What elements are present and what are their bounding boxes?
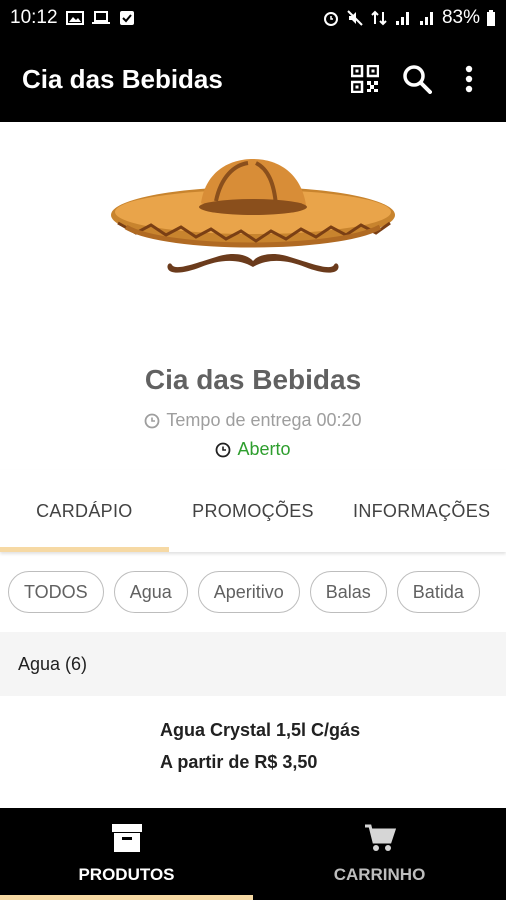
mute-icon: [347, 10, 363, 26]
category-header: Agua (6): [0, 632, 506, 696]
battery-percent: 83%: [441, 7, 480, 28]
category-filter-chips: TODOS Agua Aperitivo Balas Batida: [0, 552, 506, 632]
qr-code-icon: [351, 65, 379, 93]
nav-produtos-label: PRODUTOS: [78, 865, 175, 884]
product-price: A partir de R$ 3,50: [160, 752, 318, 772]
shopping-cart-icon: [364, 824, 396, 851]
store-name: Cia das Bebidas: [144, 364, 362, 395]
more-options-button[interactable]: [454, 64, 484, 94]
app-bar: Cia das Bebidas: [0, 36, 506, 122]
sombrero-mustache-logo: [111, 159, 395, 273]
open-status-text: Aberto: [237, 439, 291, 459]
signal-icon: [419, 12, 433, 25]
chip-agua[interactable]: Agua: [113, 571, 188, 613]
image-icon: [65, 11, 84, 25]
product-name: Agua Crystal 1,5l C/gás: [160, 720, 361, 740]
clock-icon: [145, 413, 160, 428]
nav-carrinho[interactable]: CARRINHO: [253, 808, 506, 900]
nav-produtos[interactable]: PRODUTOS: [0, 808, 253, 900]
search-icon: [403, 65, 432, 94]
tab-promocoes[interactable]: PROMOÇÕES: [169, 470, 338, 552]
nav-carrinho-label: CARRINHO: [333, 865, 426, 884]
laptop-icon: [91, 11, 110, 24]
qr-code-button[interactable]: [350, 64, 380, 94]
chip-aperitivo[interactable]: Aperitivo: [197, 571, 300, 613]
alarm-icon: [323, 12, 338, 26]
signal-icon: [395, 12, 409, 25]
chip-balas[interactable]: Balas: [309, 571, 387, 613]
tab-informacoes[interactable]: INFORMAÇÕES: [337, 470, 506, 552]
app-screen: 10:12 83% Cia das Bebidas Cia das Bebida…: [0, 0, 506, 900]
status-time: 10:12: [10, 7, 58, 28]
app-title: Cia das Bebidas: [22, 63, 223, 94]
clock-icon: [216, 442, 231, 457]
bottom-navigation: PRODUTOS CARRINHO: [0, 808, 506, 900]
app-actions: [350, 64, 484, 94]
data-icon: [371, 10, 387, 26]
store-tabs: CARDÁPIO PROMOÇÕES INFORMAÇÕES: [0, 470, 506, 552]
product-item[interactable]: Agua Crystal 1,5l C/gás A partir de R$ 3…: [0, 696, 506, 808]
archive-box-icon: [111, 824, 142, 852]
open-status: Aberto: [0, 439, 506, 460]
search-button[interactable]: [402, 64, 432, 94]
more-vertical-icon: [465, 65, 473, 93]
tab-cardapio[interactable]: CARDÁPIO: [0, 470, 169, 552]
chip-todos[interactable]: TODOS: [8, 571, 104, 613]
status-right: 83%: [322, 7, 496, 29]
status-bar: 10:12 83%: [0, 0, 506, 36]
chip-batida[interactable]: Batida: [396, 571, 480, 613]
delivery-time: Tempo de entrega 00:20: [0, 410, 506, 431]
delivery-time-text: Tempo de entrega 00:20: [166, 410, 362, 430]
check-icon: [119, 11, 134, 25]
battery-icon: [487, 10, 495, 26]
status-left: 10:12: [10, 7, 136, 29]
